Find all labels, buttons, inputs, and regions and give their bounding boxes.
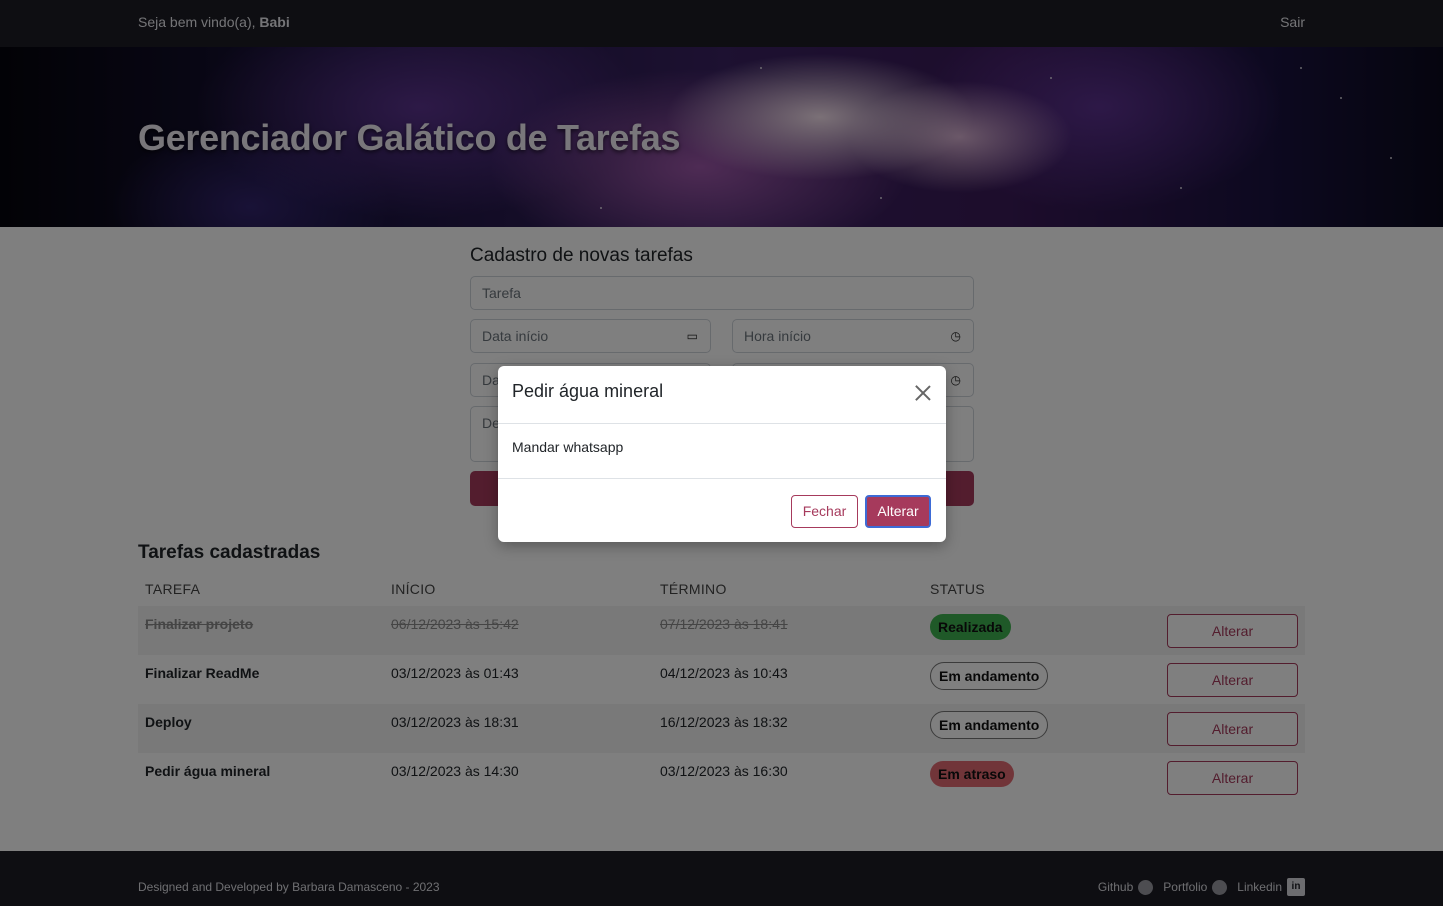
edit-task-modal: Pedir água mineral Mandar whatsapp Fecha… [498, 366, 946, 542]
modal-footer: Fechar Alterar [498, 478, 946, 542]
modal-header: Pedir água mineral [498, 366, 946, 424]
modal-title: Pedir água mineral [512, 381, 664, 401]
confirm-alter-button[interactable]: Alterar [865, 495, 931, 528]
close-icon[interactable] [914, 384, 932, 402]
close-button[interactable]: Fechar [791, 495, 858, 528]
modal-body: Mandar whatsapp [512, 439, 624, 455]
